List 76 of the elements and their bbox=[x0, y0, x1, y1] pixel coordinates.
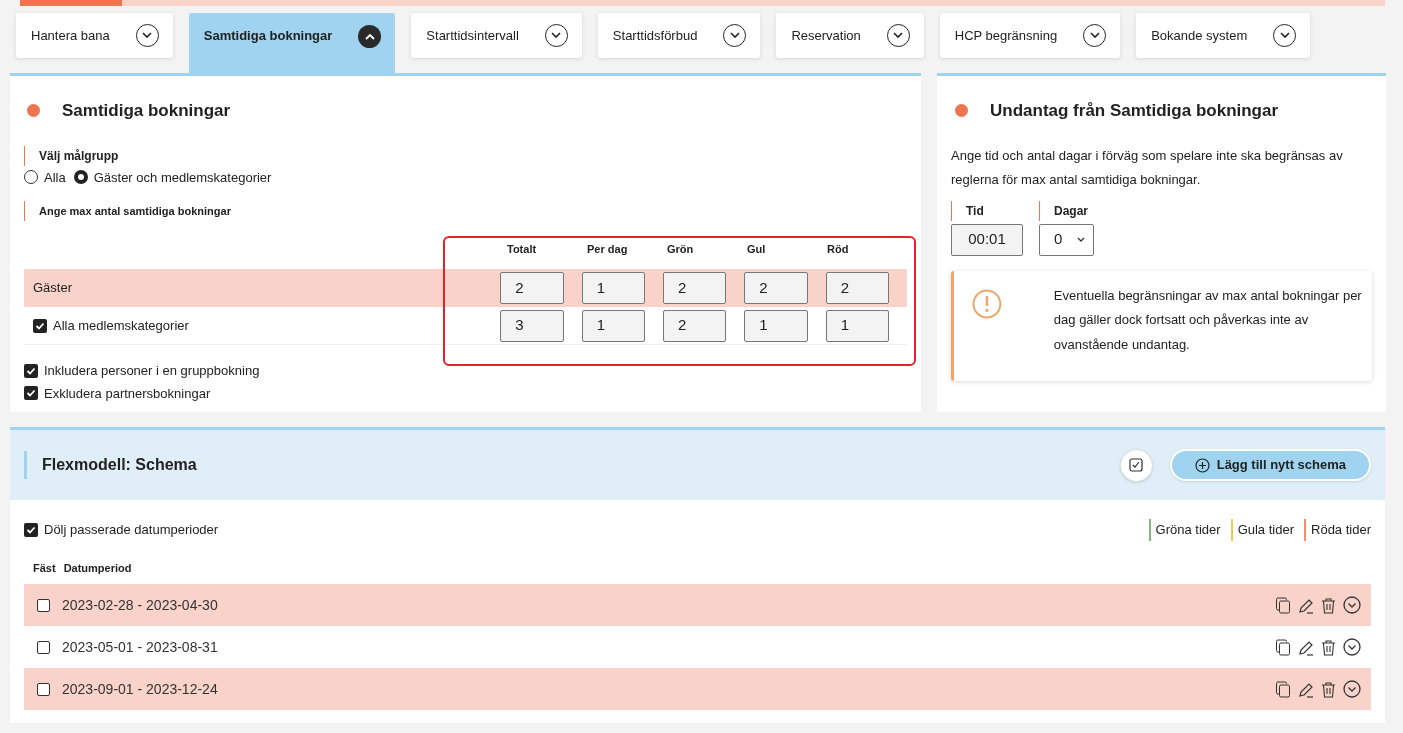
checkmark-icon bbox=[26, 388, 36, 399]
row-label: Alla medlemskategorier bbox=[53, 316, 189, 335]
add-schedule-button[interactable]: Lägg till nytt schema bbox=[1169, 449, 1371, 481]
date-period: 2023-02-28 - 2023-04-30 bbox=[62, 595, 218, 615]
number-field[interactable]: 2 bbox=[663, 272, 727, 304]
copy-icon[interactable] bbox=[1275, 638, 1291, 656]
chevron-down-icon[interactable] bbox=[1343, 680, 1361, 698]
chevron-down-icon[interactable] bbox=[1343, 638, 1361, 656]
radio-button[interactable] bbox=[73, 170, 88, 185]
row-label: Gäster bbox=[33, 279, 72, 298]
column-header: Totalt bbox=[507, 241, 538, 257]
number-field[interactable]: 1 bbox=[825, 309, 889, 342]
checkbox[interactable] bbox=[37, 598, 50, 612]
checklist-button[interactable] bbox=[1119, 448, 1153, 482]
checkbox[interactable] bbox=[24, 523, 38, 537]
field-label: Tid bbox=[966, 202, 984, 220]
date-period: 2023-09-01 - 2023-12-24 bbox=[62, 679, 218, 699]
checkbox[interactable] bbox=[24, 386, 38, 401]
checkmark-icon bbox=[26, 365, 36, 376]
column-header: Datumperiod bbox=[63, 560, 132, 576]
column-header: Grön bbox=[667, 241, 695, 257]
tab[interactable]: Starttidsförbud bbox=[597, 13, 761, 58]
checkbox-label: Exkludera partnersbokningar bbox=[44, 384, 211, 403]
checkbox[interactable] bbox=[24, 363, 38, 378]
checkbox[interactable] bbox=[33, 318, 47, 333]
copy-icon[interactable] bbox=[1275, 680, 1291, 698]
number-field[interactable]: 2 bbox=[825, 272, 889, 304]
chevron-up-icon bbox=[358, 24, 382, 48]
option-label: Gäster och medlemskategorier bbox=[93, 168, 272, 187]
section-title: Flexmodell: Schema bbox=[42, 455, 197, 475]
tab[interactable]: Reservation bbox=[776, 13, 924, 58]
field-label: Dagar bbox=[1054, 202, 1088, 220]
column-header: Röd bbox=[827, 241, 850, 257]
description-text: Ange tid och antal dagar i förväg som spelare inte ska begränsas av reglerna för max antal samtidiga bokningar. bbox=[951, 146, 1344, 189]
option-label: Alla bbox=[44, 168, 66, 187]
plus-circle-icon bbox=[1194, 457, 1210, 473]
number-field[interactable]: 1 bbox=[581, 272, 645, 304]
chevron-down-icon[interactable] bbox=[1343, 596, 1361, 614]
days-dropdown[interactable]: 0 bbox=[1039, 223, 1094, 256]
checkbox[interactable] bbox=[37, 682, 50, 696]
checkmark-icon bbox=[35, 320, 45, 331]
legend-label: Gula tider bbox=[1237, 521, 1294, 540]
number-field[interactable]: 1 bbox=[744, 309, 808, 342]
tab[interactable]: HCP begränsning bbox=[939, 13, 1121, 58]
legend-label: Gröna tider bbox=[1155, 521, 1221, 540]
checkbox[interactable] bbox=[37, 640, 50, 654]
panel-title: Undantag från Samtidiga bokningar bbox=[990, 100, 1279, 122]
checkbox-label: Inkludera personer i en gruppbokning bbox=[44, 362, 260, 380]
field-label: Välj målgrupp bbox=[39, 147, 119, 165]
trash-icon[interactable] bbox=[1321, 680, 1336, 698]
column-header: Gul bbox=[747, 241, 767, 257]
column-header: Per dag bbox=[587, 241, 629, 257]
date-period: 2023-05-01 - 2023-08-31 bbox=[62, 637, 218, 657]
notice-text: Eventuella begränsningar av max antal bokningar per dag gäller dock fortsatt och påverkas inte av ovanstående undantag. bbox=[1053, 286, 1363, 354]
number-field[interactable]: 2 bbox=[663, 309, 727, 342]
panel-title: Samtidiga bokningar bbox=[62, 100, 231, 122]
tab[interactable]: Samtidiga bokningar bbox=[188, 13, 396, 73]
time-field[interactable]: 00:01 bbox=[951, 223, 1023, 256]
checkmark-icon bbox=[26, 525, 36, 535]
number-field[interactable]: 2 bbox=[500, 272, 564, 304]
checkbox-label: Dölj passerade datumperioder bbox=[44, 521, 219, 540]
trash-icon[interactable] bbox=[1321, 596, 1336, 614]
legend-label: Röda tider bbox=[1311, 521, 1371, 540]
caret-icon bbox=[1077, 236, 1085, 243]
tab[interactable]: Hantera bana bbox=[16, 13, 173, 58]
column-header: Fäst bbox=[32, 560, 56, 576]
warning-icon bbox=[972, 288, 1002, 319]
trash-icon[interactable] bbox=[1321, 638, 1336, 656]
number-field[interactable]: 1 bbox=[581, 309, 645, 342]
tab[interactable]: Starttidsintervall bbox=[411, 13, 582, 58]
checklist-icon bbox=[1128, 457, 1145, 473]
number-field[interactable]: 3 bbox=[500, 309, 564, 342]
number-field[interactable]: 2 bbox=[744, 272, 808, 304]
copy-icon[interactable] bbox=[1275, 596, 1291, 614]
tab[interactable]: Bokande system bbox=[1136, 13, 1311, 58]
field-label: Ange max antal samtidiga bokningar bbox=[39, 203, 231, 219]
